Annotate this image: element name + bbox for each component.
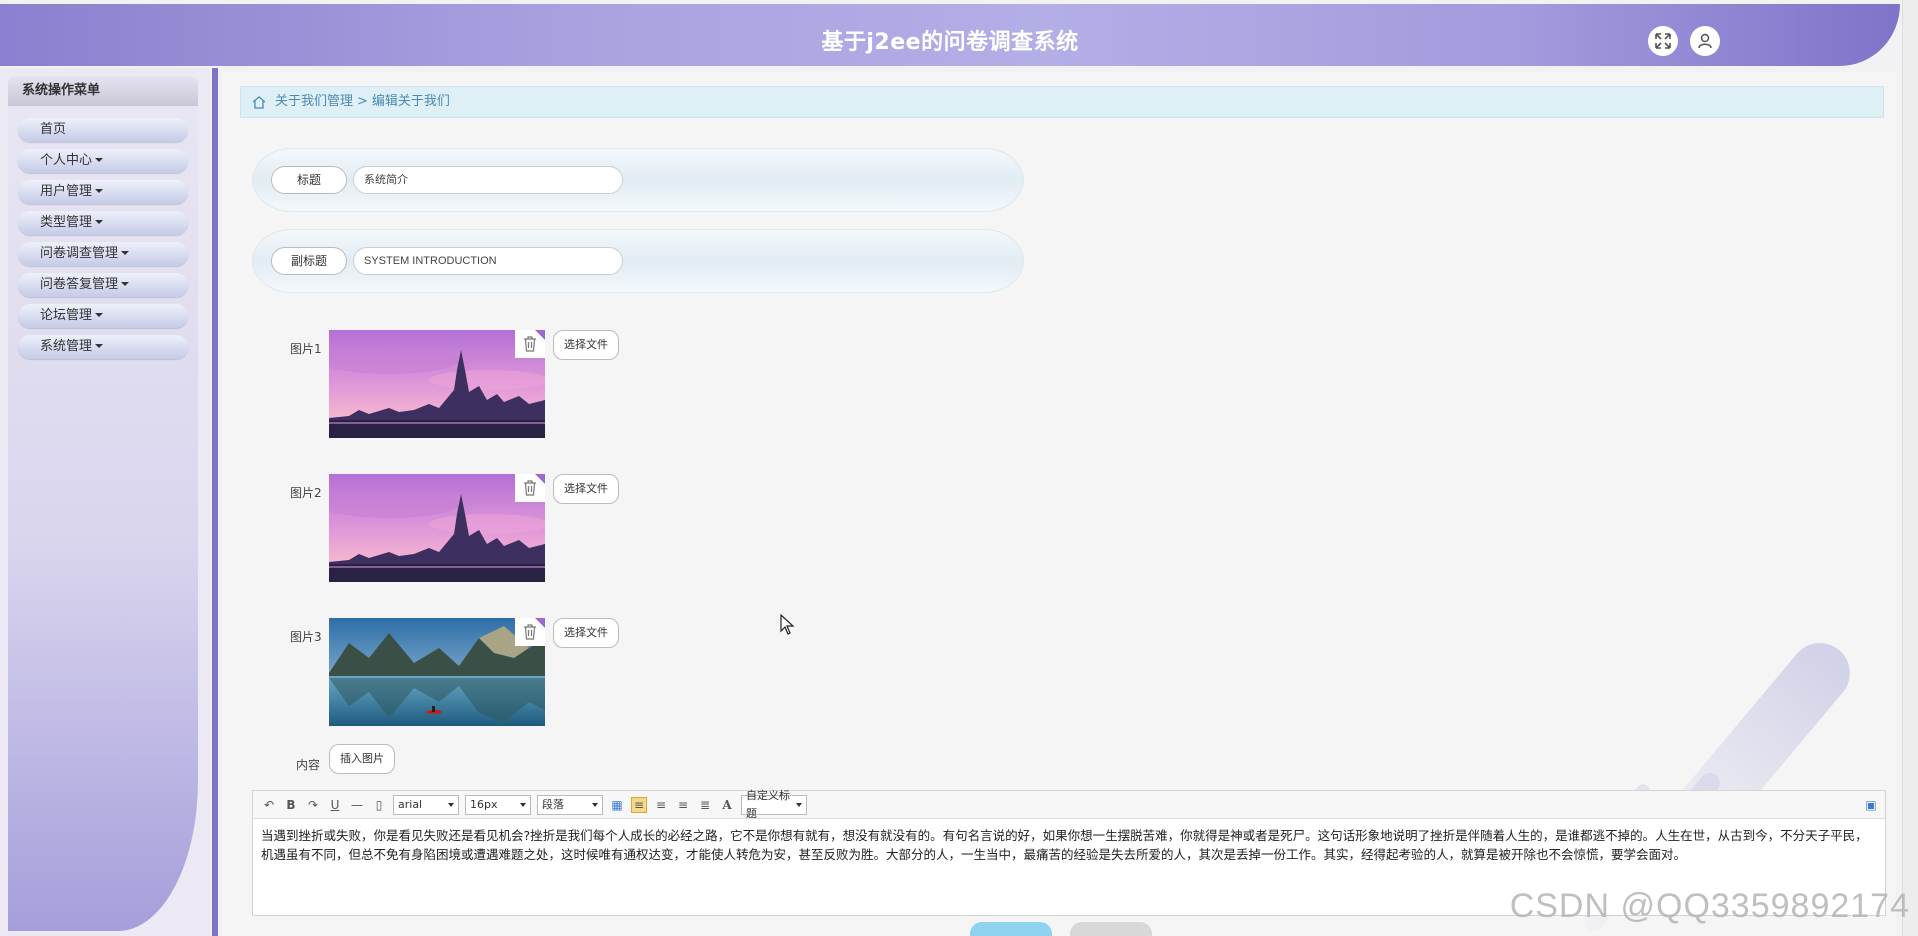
font-family-select[interactable]: arial xyxy=(393,794,459,815)
sidebar-item-system-management[interactable]: 系统管理 xyxy=(18,335,188,359)
caret-down-icon xyxy=(95,189,104,193)
app-title: 基于j2ee的问卷调查系统 xyxy=(821,30,1079,55)
page-scrollbar[interactable] xyxy=(1902,0,1918,936)
sidebar-item-type-management[interactable]: 类型管理 xyxy=(18,211,188,235)
fullscreen-editor-icon[interactable]: ▣ xyxy=(1863,797,1879,813)
home-icon[interactable] xyxy=(251,95,267,109)
cancel-button[interactable] xyxy=(1070,922,1152,936)
dropdown-arrow-icon xyxy=(448,802,454,807)
align-center-icon[interactable]: ≡ xyxy=(675,797,691,813)
sidebar-item-survey-management[interactable]: 问卷调查管理 xyxy=(18,242,188,266)
caret-down-icon xyxy=(95,220,104,224)
caret-down-icon xyxy=(95,344,104,348)
sidebar-panel: 系统操作菜单 首页 个人中心 用户管理 类型管理 问卷调查管理 问卷答复管理 论… xyxy=(8,76,198,931)
dropdown-arrow-icon xyxy=(520,802,526,807)
sidebar-item-label: 个人中心 xyxy=(40,153,93,168)
choose-file-button-2[interactable]: 选择文件 xyxy=(553,474,619,504)
editor-toolbar: ↶ B ↷ U — ▯ arial 16px 段落 ▦ ≡ ≡ ≡ ≣ A 自定… xyxy=(253,789,1885,820)
subtitle-label: 副标题 xyxy=(271,247,347,275)
delete-image3-button[interactable] xyxy=(515,618,545,646)
font-size-select[interactable]: 16px xyxy=(465,794,531,815)
image2-preview xyxy=(329,474,545,582)
caret-down-icon xyxy=(95,158,104,162)
sidebar-title: 系统操作菜单 xyxy=(8,76,198,106)
main-content: 关于我们管理 > 编辑关于我们 标题 系统简介 副标题 SYSTEM INTRODU… xyxy=(222,72,1896,936)
redo-icon[interactable]: ↷ xyxy=(305,797,321,813)
sidebar-divider xyxy=(212,68,218,936)
subtitle-field-row: 副标题 SYSTEM INTRODUCTION xyxy=(252,229,1024,293)
user-icon[interactable] xyxy=(1690,26,1720,56)
image3-label: 图片3 xyxy=(290,630,322,644)
title-input[interactable]: 系统简介 xyxy=(353,166,623,194)
sidebar-item-label: 问卷调查管理 xyxy=(40,246,119,261)
mouse-cursor-icon xyxy=(780,614,795,635)
top-header: 基于j2ee的问卷调查系统 xyxy=(0,4,1900,66)
sidebar-item-label: 问卷答复管理 xyxy=(40,277,119,292)
undo-icon[interactable]: ↶ xyxy=(261,797,277,813)
sidebar-item-label: 系统管理 xyxy=(40,339,93,354)
delete-image1-button[interactable] xyxy=(515,330,545,358)
dropdown-arrow-icon xyxy=(796,802,802,807)
caret-down-icon xyxy=(121,282,130,286)
image2-label: 图片2 xyxy=(290,486,322,500)
mountain-lake-image xyxy=(329,618,545,726)
city-skyline-image xyxy=(329,474,545,582)
sidebar-item-user-management[interactable]: 用户管理 xyxy=(18,180,188,204)
insert-image-button[interactable]: 插入图片 xyxy=(329,744,395,774)
align-left-icon[interactable]: ≡ xyxy=(631,796,647,813)
breadcrumb-parent[interactable]: 关于我们管理 xyxy=(275,94,353,109)
sidebar-item-forum-management[interactable]: 论坛管理 xyxy=(18,304,188,328)
sidebar: 系统操作菜单 首页 个人中心 用户管理 类型管理 问卷调查管理 问卷答复管理 论… xyxy=(0,68,210,936)
horizontal-rule-icon[interactable]: — xyxy=(349,797,365,813)
corner-marker xyxy=(535,330,545,340)
corner-marker xyxy=(535,474,545,484)
title-label: 标题 xyxy=(271,166,347,194)
delete-image2-button[interactable] xyxy=(515,474,545,502)
dropdown-arrow-icon xyxy=(592,802,598,807)
custom-heading-value: 自定义标题 xyxy=(746,788,790,820)
breadcrumb: 关于我们管理 > 编辑关于我们 xyxy=(240,86,1884,118)
editor-content[interactable]: 当遇到挫折或失败，你是看见失败还是看见机会?挫折是我们每个人成长的必经之路，它不… xyxy=(261,827,1877,864)
underline-icon[interactable]: U xyxy=(327,797,343,813)
sidebar-item-label: 类型管理 xyxy=(40,215,93,230)
page-icon[interactable]: ▯ xyxy=(371,797,387,813)
sidebar-item-label: 用户管理 xyxy=(40,184,93,199)
subtitle-input[interactable]: SYSTEM INTRODUCTION xyxy=(353,247,623,275)
sidebar-item-personal-center[interactable]: 个人中心 xyxy=(18,149,188,173)
choose-file-button-3[interactable]: 选择文件 xyxy=(553,618,619,648)
city-skyline-image xyxy=(329,330,545,438)
submit-button[interactable] xyxy=(970,922,1052,936)
fullscreen-icon[interactable] xyxy=(1648,26,1678,56)
sidebar-item-label: 论坛管理 xyxy=(40,308,93,323)
paragraph-value: 段落 xyxy=(542,797,564,811)
caret-down-icon xyxy=(95,313,104,317)
choose-file-button-1[interactable]: 选择文件 xyxy=(553,330,619,360)
title-field-row: 标题 系统简介 xyxy=(252,148,1024,212)
paragraph-select[interactable]: 段落 xyxy=(537,794,603,815)
align-right-icon[interactable]: ≡ xyxy=(653,797,669,813)
bold-icon[interactable]: B xyxy=(283,797,299,813)
font-color-icon[interactable]: A xyxy=(719,797,735,813)
image1-preview xyxy=(329,330,545,438)
watermark: CSDN @QQ3359892174 xyxy=(1509,887,1910,925)
custom-heading-select[interactable]: 自定义标题 xyxy=(741,789,807,820)
font-family-value: arial xyxy=(398,797,423,811)
font-size-value: 16px xyxy=(470,797,498,811)
sidebar-item-label: 首页 xyxy=(40,122,67,137)
breadcrumb-current: 编辑关于我们 xyxy=(371,94,450,109)
sidebar-item-home[interactable]: 首页 xyxy=(18,118,188,142)
align-justify-icon[interactable]: ≣ xyxy=(697,797,713,813)
caret-down-icon xyxy=(121,251,130,255)
image3-preview xyxy=(329,618,545,726)
image1-label: 图片1 xyxy=(290,342,322,356)
breadcrumb-separator: > xyxy=(357,94,368,109)
table-icon[interactable]: ▦ xyxy=(609,797,625,813)
corner-marker xyxy=(535,618,545,628)
sidebar-item-answer-management[interactable]: 问卷答复管理 xyxy=(18,273,188,297)
content-label: 内容 xyxy=(296,758,321,772)
